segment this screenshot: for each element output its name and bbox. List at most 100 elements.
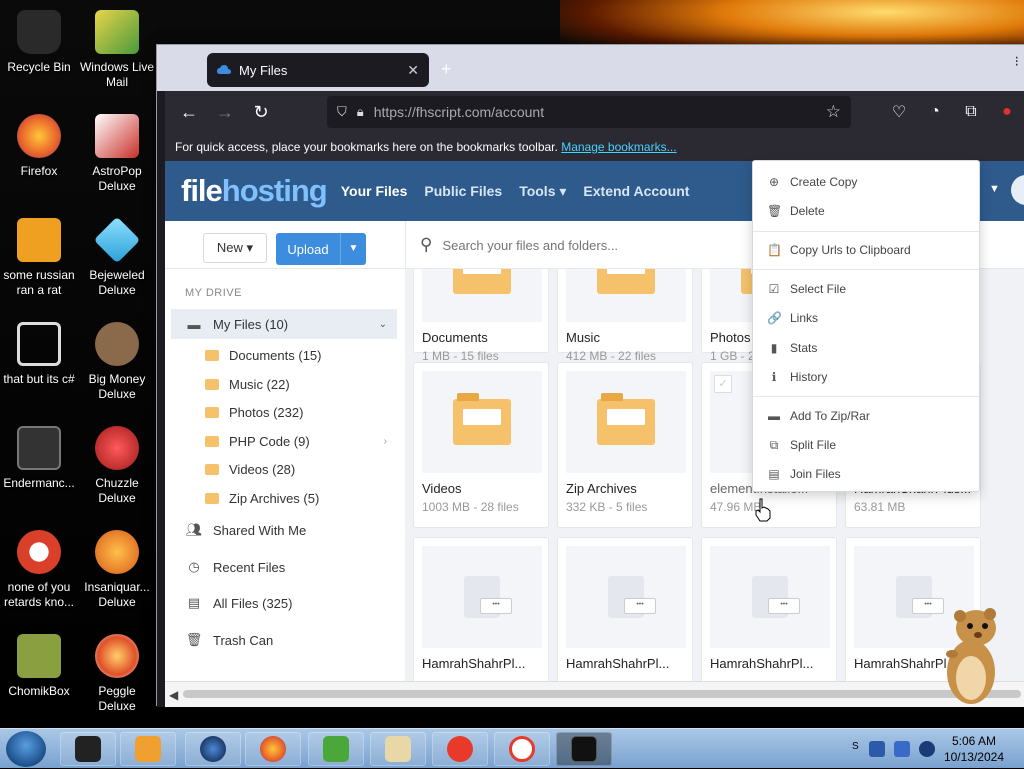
scrollbar-thumb[interactable] bbox=[183, 690, 1021, 698]
scroll-left-icon[interactable]: ◀ bbox=[169, 688, 178, 702]
desktop-icon-astropop[interactable]: AstroPop Deluxe bbox=[78, 114, 156, 194]
taskbar-app-9[interactable] bbox=[556, 732, 612, 766]
java-file-icon bbox=[17, 218, 61, 262]
taskbar-app-6[interactable] bbox=[370, 732, 426, 766]
folder-item-documents[interactable]: Documents (15) bbox=[205, 342, 395, 368]
desktop-icon-recycle-bin[interactable]: Recycle Bin bbox=[0, 10, 78, 75]
tray-shield-icon[interactable] bbox=[869, 741, 885, 757]
tray-network-icon[interactable] bbox=[894, 741, 910, 757]
desktop-icon-russian-rat[interactable]: some russian ran a rat bbox=[0, 218, 78, 298]
bookmarks-hint: For quick access, place your bookmarks h… bbox=[175, 140, 558, 154]
folder-card-videos[interactable]: Videos 1003 MB - 28 files bbox=[413, 362, 549, 528]
menu-split-file[interactable]: ⧉ Split File bbox=[753, 432, 979, 458]
chevron-down-icon[interactable]: ▼ bbox=[989, 183, 1000, 195]
taskbar-app-1[interactable] bbox=[60, 732, 116, 766]
users-icon: 👥︎ bbox=[185, 522, 203, 537]
menu-copy-urls[interactable]: 📋 Copy Urls to Clipboard bbox=[753, 237, 979, 263]
pocket-icon[interactable]: ♡ bbox=[881, 102, 917, 122]
folder-card-documents[interactable]: Documents 1 MB - 15 files bbox=[413, 269, 549, 363]
desktop-icon-peggle[interactable]: Peggle Deluxe bbox=[78, 634, 156, 714]
sidebar: MY DRIVE ▬ My Files (10) ⌄ Documents (15… bbox=[165, 269, 405, 707]
nav-your-files[interactable]: Your Files bbox=[341, 183, 408, 199]
file-card-row3-3[interactable]: HamrahShahrPl... bbox=[701, 537, 837, 681]
desktop-icon-bejeweled[interactable]: Bejeweled Deluxe bbox=[78, 216, 156, 298]
checkbox-icon[interactable]: ✓ bbox=[714, 375, 732, 393]
start-button[interactable] bbox=[6, 731, 46, 767]
taskbar-app-5[interactable] bbox=[308, 732, 364, 766]
sidebar-item-recent[interactable]: ◷ Recent Files bbox=[171, 552, 397, 582]
addon-icon[interactable]: ● bbox=[989, 103, 1024, 121]
folder-item-zip-archives[interactable]: Zip Archives (5) bbox=[205, 485, 395, 511]
menu-stats[interactable]: ▮ Stats bbox=[753, 335, 979, 361]
file-text-icon: ▤ bbox=[768, 467, 780, 481]
taskbar-app-2[interactable] bbox=[120, 732, 176, 766]
chevron-down-icon[interactable]: ⌄ bbox=[379, 319, 387, 330]
forward-button[interactable]: → bbox=[207, 96, 243, 128]
tray-volume-icon[interactable] bbox=[919, 741, 935, 757]
menu-create-copy[interactable]: ⊕ Create Copy bbox=[753, 169, 979, 195]
desktop-icon-firefox[interactable]: Firefox bbox=[0, 114, 78, 179]
manage-bookmarks-link[interactable]: Manage bookmarks... bbox=[561, 140, 676, 154]
profile-icon[interactable]: ◔ bbox=[917, 103, 953, 121]
menu-join-files[interactable]: ▤ Join Files bbox=[753, 461, 979, 487]
tab-my-files[interactable]: My Files ✕ bbox=[207, 53, 429, 87]
folder-item-php-code[interactable]: PHP Code (9) › bbox=[205, 428, 395, 454]
taskbar-app-4[interactable] bbox=[245, 732, 301, 766]
search-input[interactable] bbox=[442, 237, 743, 253]
extensions-icon[interactable]: ⧉ bbox=[953, 103, 989, 121]
site-logo[interactable]: filehosting bbox=[181, 173, 328, 209]
new-button[interactable]: New ▾ bbox=[203, 233, 267, 263]
file-card-row3-1[interactable]: HamrahShahrPl... bbox=[413, 537, 549, 681]
folder-item-photos[interactable]: Photos (232) bbox=[205, 399, 395, 425]
folder-item-music[interactable]: Music (22) bbox=[205, 371, 395, 397]
close-icon[interactable]: ✕ bbox=[407, 62, 419, 79]
firefox-icon bbox=[260, 736, 286, 762]
desktop-icon-chomikbox[interactable]: ChomikBox bbox=[0, 634, 78, 699]
back-button[interactable]: ← bbox=[171, 96, 207, 128]
file-icon bbox=[608, 576, 656, 618]
sidebar-item-shared[interactable]: 👥︎ Shared With Me bbox=[171, 515, 397, 545]
sidebar-item-trash[interactable]: 🗑︎ Trash Can bbox=[171, 625, 397, 655]
sidebar-item-all-files[interactable]: ▤ All Files (325) bbox=[171, 588, 397, 618]
taskbar-app-7[interactable] bbox=[432, 732, 488, 766]
folder-icon bbox=[205, 349, 219, 361]
monitor-icon bbox=[75, 736, 101, 762]
reload-button[interactable]: ↻ bbox=[243, 96, 279, 128]
folder-card-music[interactable]: Music 412 MB - 22 files bbox=[557, 269, 693, 363]
chevron-right-icon[interactable]: › bbox=[384, 436, 387, 447]
file-icon bbox=[752, 576, 800, 618]
desktop-icon-windows-live-mail[interactable]: Windows Live Mail bbox=[78, 10, 156, 90]
taskbar-app-3[interactable] bbox=[185, 732, 241, 766]
menu-delete[interactable]: 🗑 Delete bbox=[753, 198, 979, 224]
window-menu-icon[interactable]: ⁝ bbox=[1015, 53, 1019, 69]
menu-links[interactable]: 🔗 Links bbox=[753, 305, 979, 331]
folder-card-zip-archives[interactable]: Zip Archives 332 KB - 5 files bbox=[557, 362, 693, 528]
folder-item-videos[interactable]: Videos (28) bbox=[205, 456, 395, 482]
menu-add-to-zip[interactable]: ▬ Add To Zip/Rar bbox=[753, 403, 979, 429]
nav-tools[interactable]: Tools ▾ bbox=[519, 183, 566, 200]
desktop-icon-big-money[interactable]: Big Money Deluxe bbox=[78, 322, 156, 402]
url-text: https://fhscript.com/account bbox=[373, 104, 545, 120]
upload-button[interactable]: Upload ▼ bbox=[276, 233, 366, 265]
desktop-icon-chuzzle[interactable]: Chuzzle Deluxe bbox=[78, 426, 156, 506]
url-bar[interactable]: ⛉ 🔒︎ https://fhscript.com/account ☆ bbox=[327, 96, 851, 128]
taskbar-app-8[interactable] bbox=[494, 732, 550, 766]
plus-circle-icon: ⊕ bbox=[768, 175, 780, 189]
new-tab-button[interactable]: + bbox=[441, 59, 452, 80]
menu-select-file[interactable]: ☑ Select File bbox=[753, 276, 979, 302]
star-icon[interactable]: ☆ bbox=[826, 102, 841, 122]
chevron-down-icon[interactable]: ▼ bbox=[340, 233, 366, 265]
sidebar-item-my-files[interactable]: ▬ My Files (10) ⌄ bbox=[171, 309, 397, 339]
menu-history[interactable]: ℹ History bbox=[753, 364, 979, 390]
nav-public-files[interactable]: Public Files bbox=[424, 183, 502, 199]
horizontal-scrollbar[interactable]: ◀ bbox=[165, 681, 1024, 707]
tray-chevron-icon[interactable]: S bbox=[852, 741, 860, 757]
file-card-row3-2[interactable]: HamrahShahrPl... bbox=[557, 537, 693, 681]
desktop-icon-none-of-you[interactable]: none of you retards kno... bbox=[0, 530, 78, 610]
nav-extend-account[interactable]: Extend Account bbox=[583, 183, 689, 199]
desktop-icon-endermanc[interactable]: Endermanc... bbox=[0, 426, 78, 491]
desktop-icon-csharp[interactable]: that but its c# bbox=[0, 322, 78, 387]
desktop-icon-insaniquarium[interactable]: Insaniquar... Deluxe bbox=[78, 530, 156, 610]
taskbar-clock[interactable]: 5:06 AM 10/13/2024 bbox=[944, 733, 1004, 765]
avatar[interactable] bbox=[1011, 175, 1024, 205]
